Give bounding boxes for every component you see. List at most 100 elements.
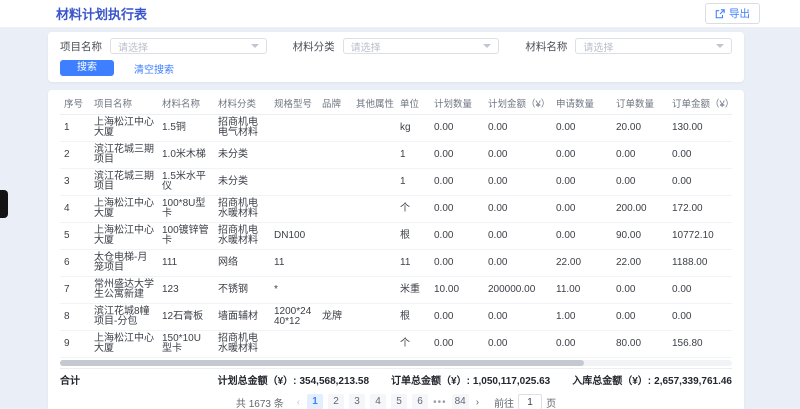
column-header: 材料名称 [158,92,214,115]
table-cell: 1.0米木梯 [158,142,214,169]
table-cell: DN100 [270,223,318,250]
table-cell: 0.00 [430,331,484,358]
table-row: 2滨江花城三期项目1.0米木梯未分类10.000.000.000.000.00 [60,142,732,169]
table-cell: 1.00 [552,304,612,331]
column-header: 其他属性 [352,92,396,115]
table-cell: 未分类 [214,142,270,169]
table-cell: 0.00 [484,304,552,331]
table-cell: 10.00 [430,277,484,304]
table-row: 7常州盛达大学生公寓新建123不锈钢*米重10.00200000.0011.00… [60,277,732,304]
next-page-button[interactable]: › [474,397,481,408]
table-cell: 0.00 [430,304,484,331]
materials-table: 序号项目名称材料名称材料分类规格型号品牌其他属性单位计划数量计划金额（¥）申请数… [60,92,732,358]
table-cell [270,169,318,196]
collapsed-sidebar-handle[interactable] [0,190,8,218]
table-cell: 0.00 [552,169,612,196]
column-header: 单位 [396,92,430,115]
search-button[interactable]: 搜索 [60,60,114,76]
table-cell: 0.00 [430,169,484,196]
page-button[interactable]: 3 [349,394,365,409]
table-row: 1上海松江中心大厦1.5铜招商机电电气材料kg0.000.000.0020.00… [60,115,732,142]
page-title: 材料计划执行表 [56,4,147,23]
table-cell: 11.00 [552,277,612,304]
table-cell: 20.00 [612,115,668,142]
table-cell: 招商机电电气材料 [214,115,270,142]
filter-actions: 搜索 清空搜索 [60,60,732,76]
table-cell: 100镀锌管卡 [158,223,214,250]
table-cell: 1.5铜 [158,115,214,142]
horizontal-scrollbar-thumb[interactable] [60,360,584,366]
table-cell: 滨江花城三期项目 [90,142,158,169]
filter-field: 项目名称请选择 [60,38,267,54]
table-cell: 200000.00 [484,277,552,304]
table-cell: 滨江花城8幢项目-分包 [90,304,158,331]
table-cell: 0.00 [552,115,612,142]
select-placeholder: 请选择 [351,39,381,54]
table-row: 5上海松江中心大厦100镀锌管卡招商机电水暖材料DN100根0.000.000.… [60,223,732,250]
filter-field-label: 材料分类 [293,39,335,54]
results-table-card: 序号项目名称材料名称材料分类规格型号品牌其他属性单位计划数量计划金额（¥）申请数… [48,90,744,409]
table-cell: 2 [60,142,90,169]
column-header: 规格型号 [270,92,318,115]
prev-page-button[interactable]: ‹ [295,397,302,408]
page-button[interactable]: 5 [391,394,407,409]
table-cell: 123 [158,277,214,304]
export-button[interactable]: 导出 [705,3,760,24]
table-cell: 0.00 [484,331,552,358]
table-cell: 0.00 [612,277,668,304]
summary-item: 订单总金额（¥）:1,050,117,025.63 [391,372,550,387]
page-button[interactable]: 6 [412,394,428,409]
table-cell: 0.00 [612,142,668,169]
table-cell: 米重 [396,277,430,304]
table-cell: 0.00 [612,304,668,331]
horizontal-scrollbar-track[interactable] [60,360,732,366]
table-cell: 墙面辅材 [214,304,270,331]
more-pages-button[interactable]: ••• [433,397,447,408]
table-cell: 上海松江中心大厦 [90,331,158,358]
table-cell: 招商机电水暖材料 [214,331,270,358]
filter-select[interactable]: 请选择 [110,38,267,54]
filter-select[interactable]: 请选择 [575,38,732,54]
chevron-down-icon [251,44,259,48]
summary-item-label: 订单总金额（¥）: [391,376,470,387]
table-cell: 5 [60,223,90,250]
table-cell: 1.5米水平仪 [158,169,214,196]
table-cell: 0.00 [668,304,732,331]
table-cell [270,115,318,142]
table-cell: 个 [396,196,430,223]
table-cell: 0.00 [484,223,552,250]
table-cell: 0.00 [484,169,552,196]
table-cell: 0.00 [612,169,668,196]
table-cell: 常州盛达大学生公寓新建 [90,277,158,304]
clear-search-button[interactable]: 清空搜索 [134,61,174,76]
table-cell: 网络 [214,250,270,277]
summary-items: 计划总金额（¥）:354,568,213.58订单总金额（¥）:1,050,11… [218,372,732,387]
page-button[interactable]: 2 [328,394,344,409]
table-cell: 根 [396,304,430,331]
page-button[interactable]: 84 [452,394,469,409]
table-cell: 0.00 [430,196,484,223]
table-cell: 6 [60,250,90,277]
summary-total-label: 合计 [60,372,80,387]
table-cell [352,250,396,277]
page-button[interactable]: 4 [370,394,386,409]
table-cell: 130.00 [668,115,732,142]
filter-select[interactable]: 请选择 [343,38,500,54]
filter-fields-row: 项目名称请选择材料分类请选择材料名称请选择 [60,38,732,54]
table-cell: 0.00 [668,277,732,304]
table-cell: 招商机电水暖材料 [214,196,270,223]
table-cell: 11 [396,250,430,277]
table-cell: 0.00 [430,115,484,142]
table-cell: 9 [60,331,90,358]
page-button[interactable]: 1 [307,394,323,409]
table-cell: 3 [60,169,90,196]
table-cell [318,277,352,304]
table-cell: 上海松江中心大厦 [90,196,158,223]
table-cell: 1 [396,169,430,196]
table-body: 1上海松江中心大厦1.5铜招商机电电气材料kg0.000.000.0020.00… [60,115,732,358]
table-row: 8滨江花城8幢项目-分包12石膏板墙面辅材1200*2440*12龙牌根0.00… [60,304,732,331]
summary-item-label: 入库总金额（¥）: [572,376,651,387]
goto-page-input[interactable] [518,394,542,409]
table-cell [318,169,352,196]
table-cell: 太仓电梯-月笼项目 [90,250,158,277]
